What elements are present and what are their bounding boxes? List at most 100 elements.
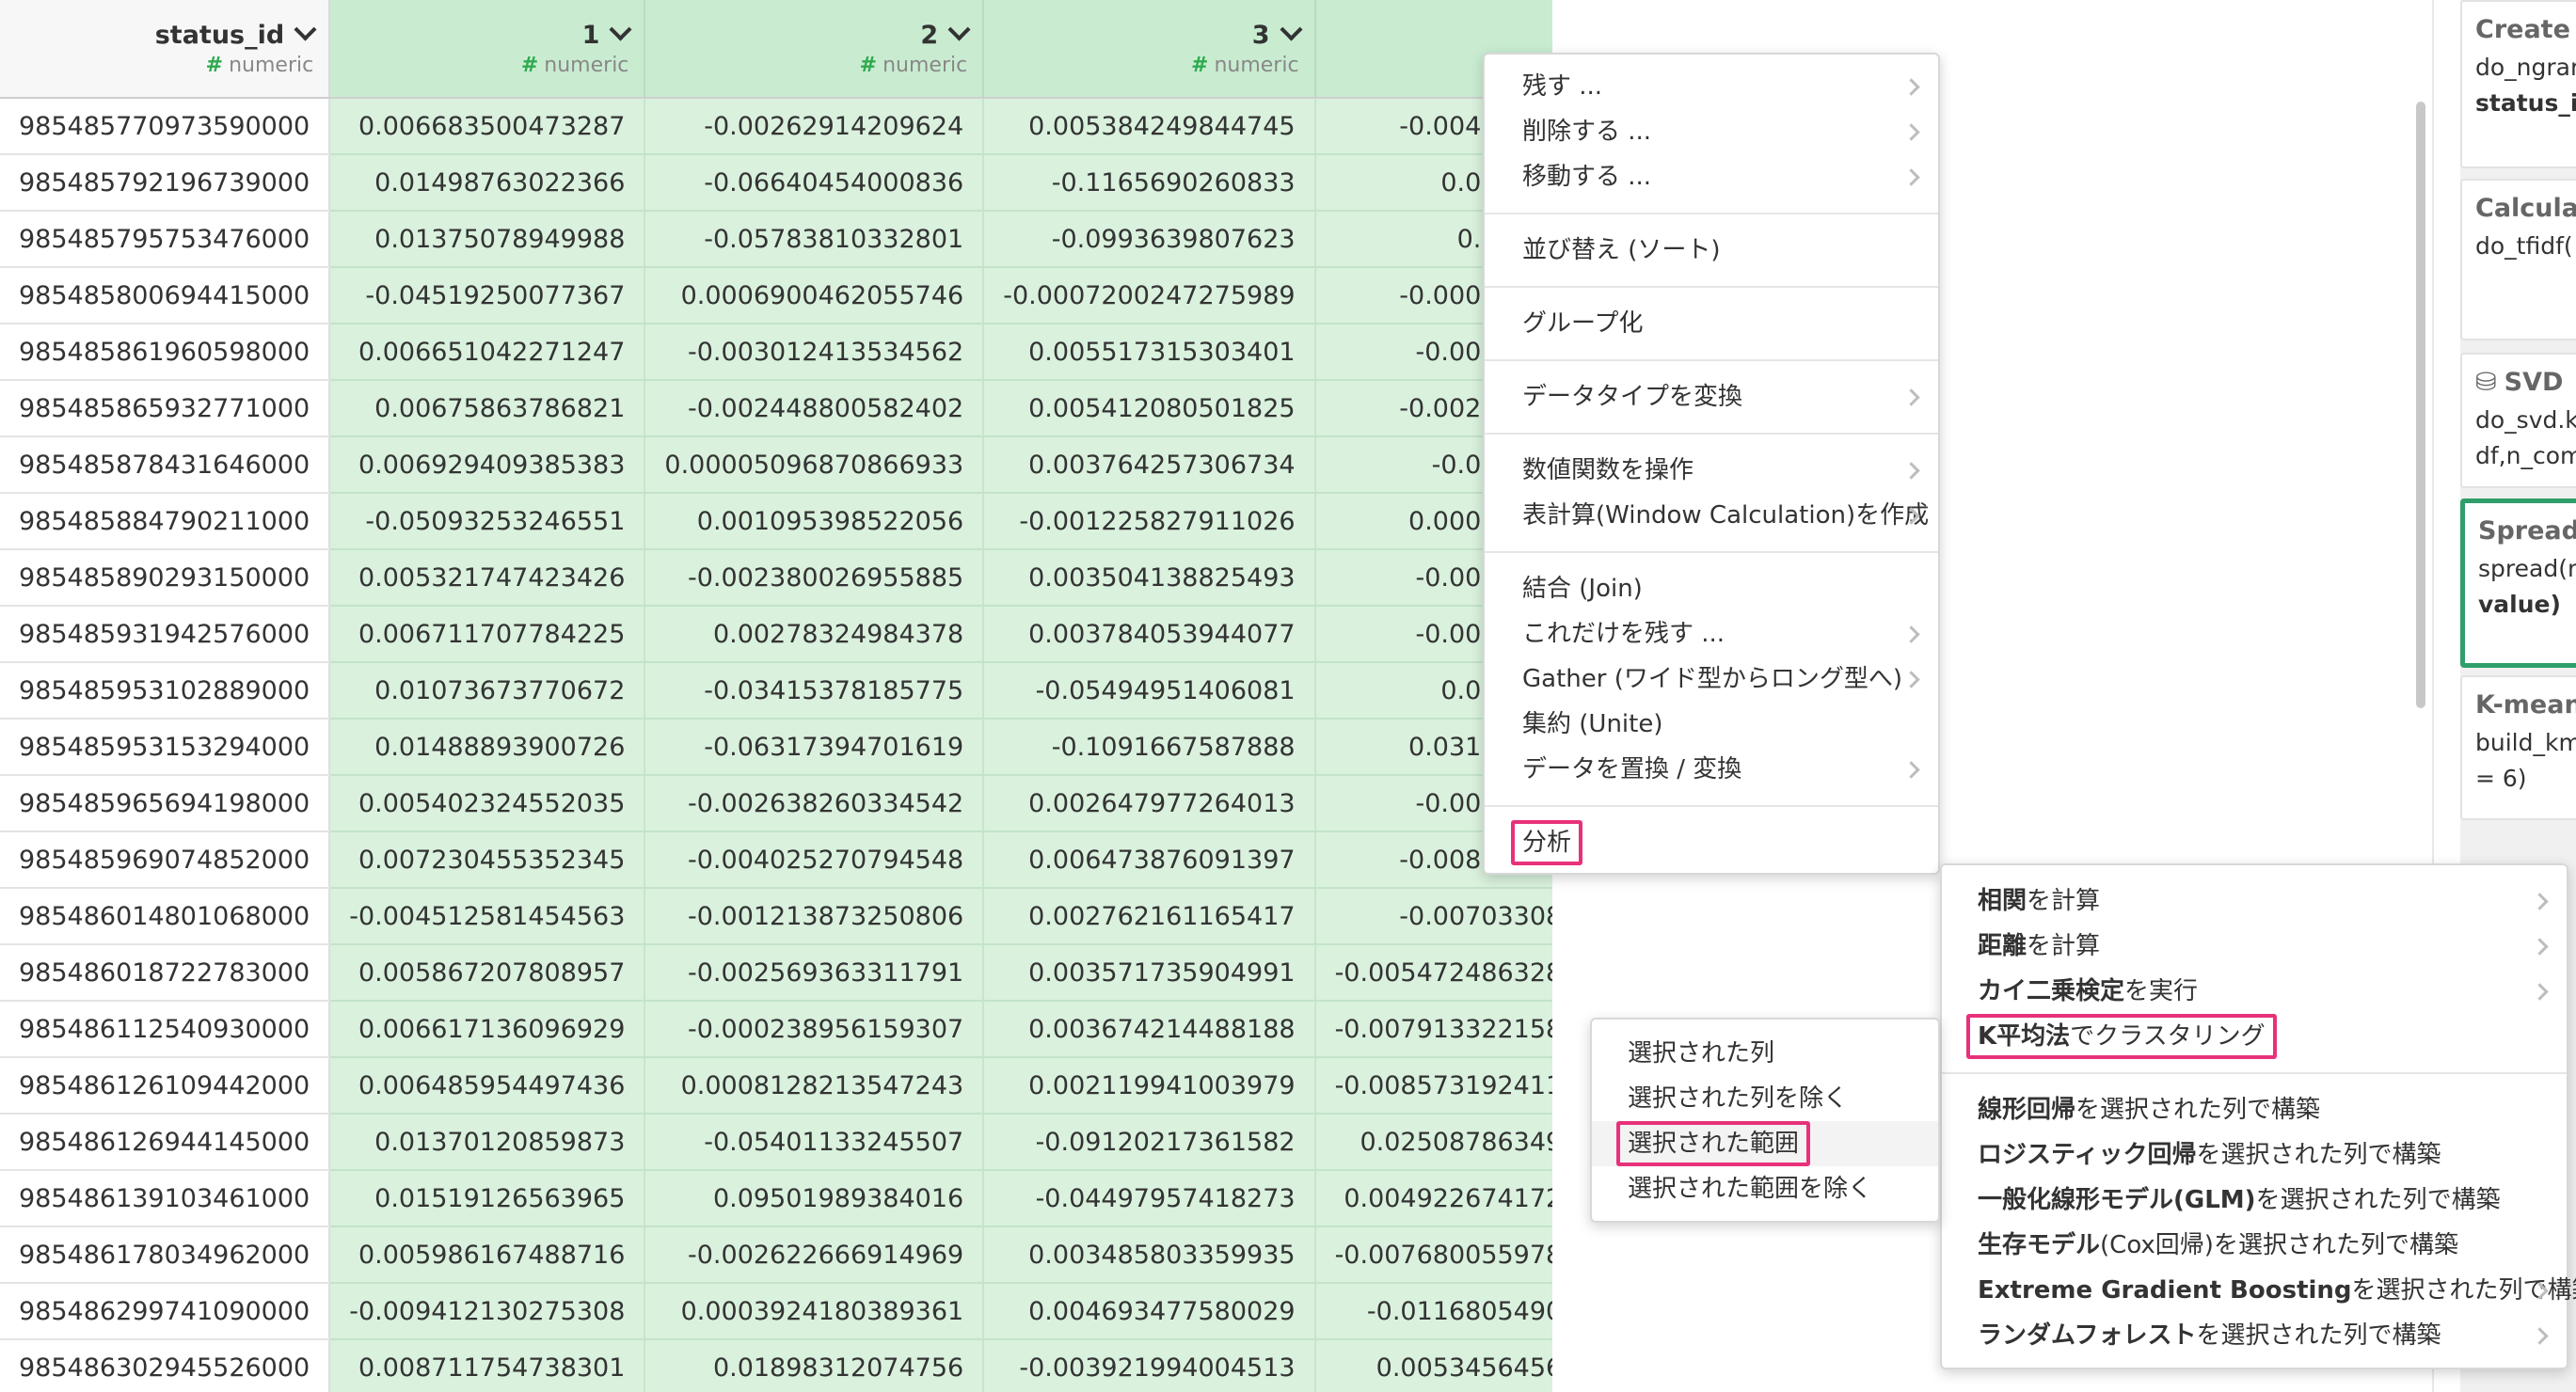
- chevron-down-icon[interactable]: [1280, 18, 1303, 41]
- menu-item[interactable]: 表計算(Window Calculation)を作成: [1485, 493, 1938, 538]
- table-cell[interactable]: -0.004025270794548: [644, 831, 985, 889]
- table-cell[interactable]: -0.005472486328063: [1314, 944, 1552, 1002]
- kmeans-target-item[interactable]: 選択された列: [1592, 1031, 1938, 1076]
- analysis-menu-item[interactable]: ロジスティック回帰を選択された列で構築: [1942, 1132, 2567, 1178]
- table-cell[interactable]: 0.005867207808957: [329, 944, 646, 1002]
- table-cell[interactable]: 0.0008128213547243: [644, 1057, 985, 1115]
- table-cell[interactable]: 985485792196739000: [0, 154, 331, 212]
- table-cell[interactable]: 0.01898312074756: [644, 1339, 985, 1392]
- table-cell[interactable]: -0.03415378185775: [644, 662, 985, 720]
- table-cell[interactable]: -0.004512581454563: [329, 888, 646, 945]
- table-cell[interactable]: -0.06640454000836: [644, 154, 985, 212]
- table-cell[interactable]: -0.09120217361582: [983, 1114, 1316, 1171]
- table-cell[interactable]: -0.003012413534562: [644, 324, 985, 381]
- menu-item[interactable]: 結合 (Join): [1485, 566, 1938, 611]
- table-cell[interactable]: 0.006683500473287: [329, 98, 646, 155]
- table-cell[interactable]: -0.1091667587888: [983, 719, 1316, 776]
- table-cell[interactable]: 0.0003924180389361: [644, 1283, 985, 1340]
- table-cell[interactable]: 0.002647977264013: [983, 775, 1316, 832]
- table-cell[interactable]: 0.003571735904991: [983, 944, 1316, 1002]
- table-cell[interactable]: 0.003674214488188: [983, 1001, 1316, 1058]
- table-cell[interactable]: 0.00278324984378: [644, 606, 985, 663]
- analysis-menu-item[interactable]: 線形回帰を選択された列で構築: [1942, 1087, 2567, 1132]
- table-cell[interactable]: 0.01073673770672: [329, 662, 646, 720]
- table-cell[interactable]: 985485770973590000: [0, 98, 331, 155]
- menu-item[interactable]: 並び替え (ソート): [1485, 228, 1938, 273]
- table-cell[interactable]: 0.01370120859873: [329, 1114, 646, 1171]
- table-cell[interactable]: 0.00005096870866933: [644, 436, 985, 494]
- table-cell[interactable]: 985486126944145000: [0, 1114, 331, 1171]
- kmeans-target-item[interactable]: 選択された範囲: [1592, 1121, 1938, 1166]
- table-cell[interactable]: 0.002119941003979: [983, 1057, 1316, 1115]
- step-card[interactable]: ⛁ SVD do_svd.k df,n_com: [2460, 353, 2576, 488]
- table-cell[interactable]: -0.000238956159307: [644, 1001, 985, 1058]
- table-cell[interactable]: 0.006473876091397: [983, 831, 1316, 889]
- menu-item[interactable]: データタイプを変換: [1485, 374, 1938, 419]
- table-cell[interactable]: -0.04519250077367: [329, 267, 646, 324]
- table-cell[interactable]: -0.003921994004513: [983, 1339, 1316, 1392]
- table-cell[interactable]: 0.01498763022366: [329, 154, 646, 212]
- step-card[interactable]: Calcula do_tfidf(: [2460, 179, 2576, 340]
- table-cell[interactable]: -0.0007200247275989: [983, 267, 1316, 324]
- table-cell[interactable]: -0.0993639807623: [983, 211, 1316, 268]
- table-cell[interactable]: 0.006651042271247: [329, 324, 646, 381]
- menu-item[interactable]: Gather (ワイド型からロング型へ): [1485, 656, 1938, 702]
- menu-item[interactable]: これだけを残す ...: [1485, 611, 1938, 656]
- table-cell[interactable]: -0.009412130275308: [329, 1283, 646, 1340]
- kmeans-target-item[interactable]: 選択された列を除く: [1592, 1076, 1938, 1121]
- table-cell[interactable]: 0.02508786349246: [1314, 1114, 1552, 1171]
- table-cell[interactable]: 0.005517315303401: [983, 324, 1316, 381]
- table-cell[interactable]: 985486299741090000: [0, 1283, 331, 1340]
- table-cell[interactable]: -0.002622666914969: [644, 1226, 985, 1284]
- menu-item[interactable]: 削除する ...: [1485, 109, 1938, 154]
- table-cell[interactable]: -0.007680055978606: [1314, 1226, 1552, 1284]
- analysis-menu-item[interactable]: 相関を計算: [1942, 878, 2567, 924]
- table-cell[interactable]: 0.09501989384016: [644, 1170, 985, 1227]
- table-cell[interactable]: 0.005321747423426: [329, 549, 646, 607]
- table-cell[interactable]: 0.005986167488716: [329, 1226, 646, 1284]
- analysis-menu-item[interactable]: カイ二乗検定を実行: [1942, 969, 2567, 1014]
- table-cell[interactable]: 0.003784053944077: [983, 606, 1316, 663]
- column-header[interactable]: 3 # numeric: [983, 0, 1316, 99]
- table-cell[interactable]: 0.006617136096929: [329, 1001, 646, 1058]
- table-cell[interactable]: 0.004922674172446: [1314, 1170, 1552, 1227]
- table-cell[interactable]: -0.06317394701619: [644, 719, 985, 776]
- table-cell[interactable]: 985485865932771000: [0, 380, 331, 437]
- menu-item[interactable]: グループ化: [1485, 301, 1938, 346]
- table-cell[interactable]: -0.05401133245507: [644, 1114, 985, 1171]
- table-cell[interactable]: 985485965694198000: [0, 775, 331, 832]
- table-cell[interactable]: 0.01488893900726: [329, 719, 646, 776]
- step-card[interactable]: Create I do_ngrar status_i: [2460, 0, 2576, 168]
- menu-item[interactable]: 残す ...: [1485, 64, 1938, 109]
- table-cell[interactable]: 0.003504138825493: [983, 549, 1316, 607]
- table-cell[interactable]: 0.004693477580029: [983, 1283, 1316, 1340]
- table-cell[interactable]: 0.006485954497436: [329, 1057, 646, 1115]
- table-cell[interactable]: -0.002638260334542: [644, 775, 985, 832]
- table-cell[interactable]: -0.1165690260833: [983, 154, 1316, 212]
- table-cell[interactable]: 0.007230455352345: [329, 831, 646, 889]
- table-cell[interactable]: 0.005402324552035: [329, 775, 646, 832]
- table-cell[interactable]: 985486112540930000: [0, 1001, 331, 1058]
- table-cell[interactable]: -0.002569363311791: [644, 944, 985, 1002]
- table-cell[interactable]: 0.003764257306734: [983, 436, 1316, 494]
- menu-item[interactable]: データを置換 / 変換: [1485, 747, 1938, 792]
- table-cell[interactable]: -0.008573192411097: [1314, 1057, 1552, 1115]
- step-card[interactable]: Spread spread(n value): [2460, 498, 2576, 668]
- table-cell[interactable]: -0.00703308683: [1314, 888, 1552, 945]
- table-cell[interactable]: -0.002380026955885: [644, 549, 985, 607]
- analysis-menu-item[interactable]: ランダムフォレストを選択された列で構築: [1942, 1313, 2567, 1358]
- chevron-down-icon[interactable]: [947, 18, 971, 41]
- table-cell[interactable]: 985486018722783000: [0, 944, 331, 1002]
- analysis-menu-item[interactable]: K平均法でクラスタリング: [1942, 1014, 2567, 1059]
- table-cell[interactable]: 985485969074852000: [0, 831, 331, 889]
- table-cell[interactable]: 0.002762161165417: [983, 888, 1316, 945]
- table-cell[interactable]: 0.008711754738301: [329, 1339, 646, 1392]
- step-card[interactable]: K-mean build_km = 6): [2460, 675, 2576, 820]
- table-cell[interactable]: 0.005384249844745: [983, 98, 1316, 155]
- table-cell[interactable]: 985486014801068000: [0, 888, 331, 945]
- table-cell[interactable]: 0.003485803359935: [983, 1226, 1316, 1284]
- menu-item[interactable]: 分析: [1485, 820, 1938, 865]
- chevron-down-icon[interactable]: [609, 18, 632, 41]
- table-cell[interactable]: 985485861960598000: [0, 324, 331, 381]
- table-cell[interactable]: 0.0053456456886: [1314, 1339, 1552, 1392]
